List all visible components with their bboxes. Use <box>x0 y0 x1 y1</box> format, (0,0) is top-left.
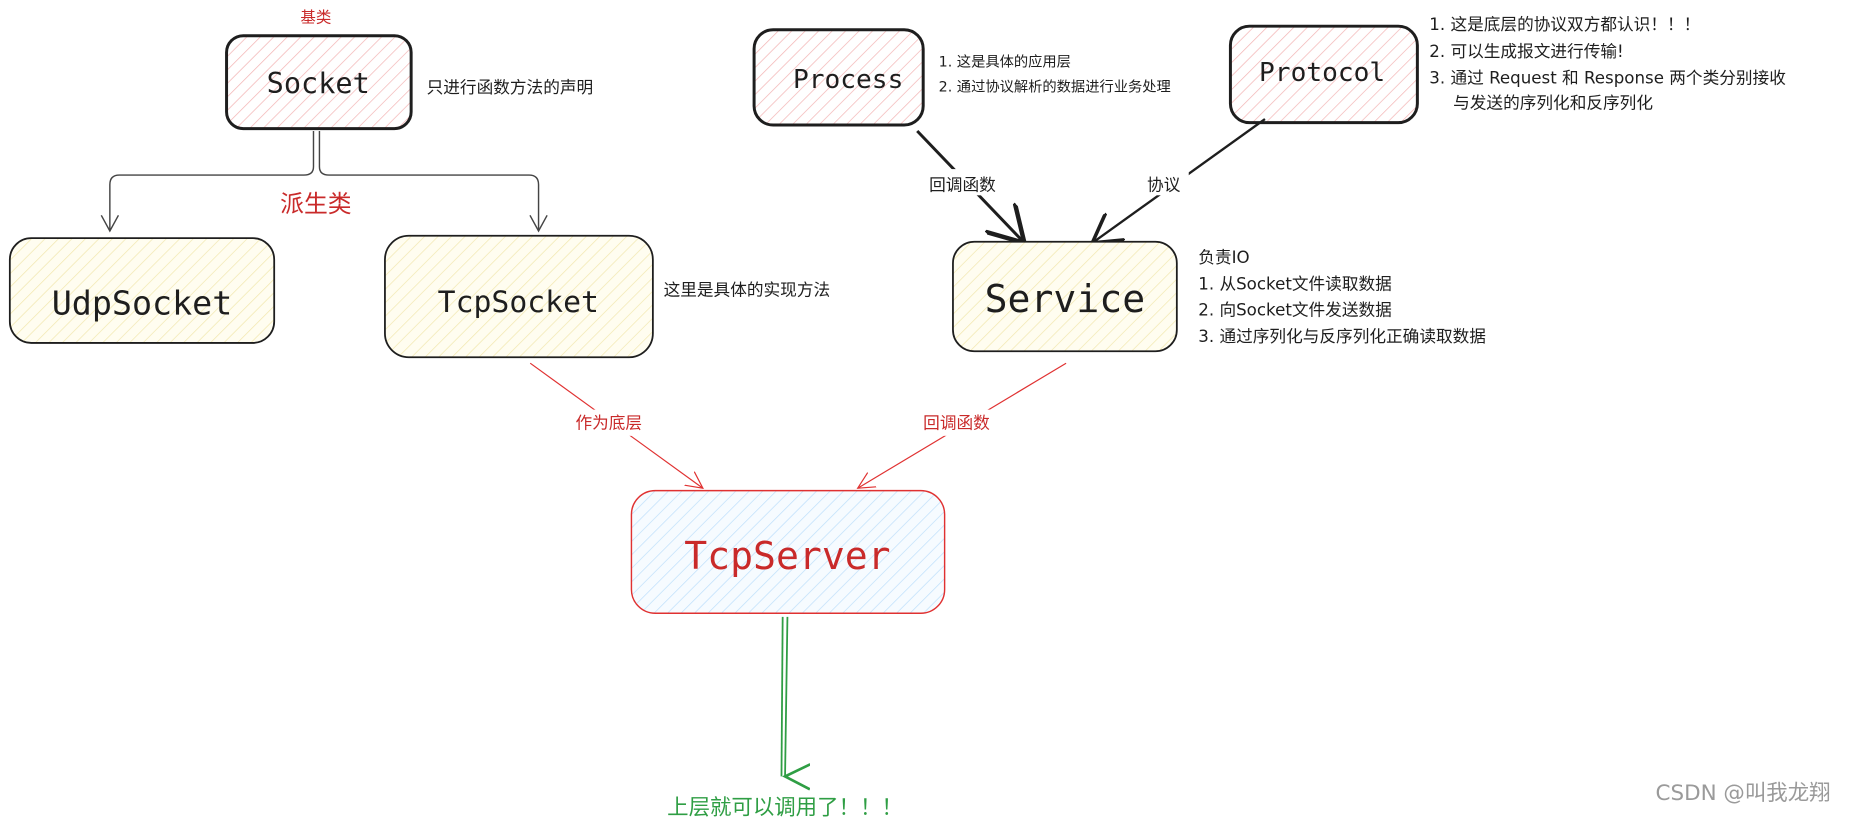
socket-node[interactable]: Socket <box>225 34 413 131</box>
service-note-4: 3. 通过序列化与反序列化正确读取数据 <box>1198 327 1486 346</box>
protocol-note-2: 2. 可以生成报文进行传输! <box>1429 42 1623 61</box>
base-class-tag: 基类 <box>300 9 331 27</box>
process-label: Process <box>793 65 903 95</box>
service-note-2: 1. 从Socket文件读取数据 <box>1198 274 1392 293</box>
architecture-diagram: 基类 Socket 只进行函数方法的声明 派生类 UdpSocket TcpSo… <box>8 9 1831 821</box>
process-node[interactable]: Process <box>752 28 925 127</box>
tcpsocket-node[interactable]: TcpSocket <box>384 234 654 359</box>
watermark: CSDN @叫我龙翔 <box>1656 781 1831 806</box>
tcpserver-label: TcpServer <box>684 534 890 578</box>
protocol-note-4: 与发送的序列化和反序列化 <box>1453 93 1653 112</box>
upper-layer-arrow <box>780 616 787 777</box>
upper-layer-label: 上层就可以调用了！！！ <box>667 796 903 821</box>
protocol-note-3: 3. 通过 Request 和 Response 两个类分别接收 <box>1429 68 1786 87</box>
tcpsocket-label: TcpSocket <box>438 285 599 320</box>
service-label: Service <box>985 277 1146 321</box>
service-note-3: 2. 向Socket文件发送数据 <box>1198 301 1392 320</box>
socket-label: Socket <box>267 66 370 100</box>
process-note-2: 2. 通过协议解析的数据进行业务处理 <box>939 79 1171 96</box>
derived-class-label: 派生类 <box>280 190 351 218</box>
protocol-to-service-label: 协议 <box>1147 176 1181 195</box>
protocol-label: Protocol <box>1259 58 1385 88</box>
process-note-1: 1. 这是具体的应用层 <box>939 53 1071 71</box>
protocol-note-1: 1. 这是底层的协议双方都认识！！！ <box>1429 15 1700 34</box>
udpsocket-node[interactable]: UdpSocket <box>8 237 276 344</box>
service-node[interactable]: Service <box>952 240 1178 353</box>
udpsocket-label: UdpSocket <box>52 283 233 322</box>
protocol-node[interactable]: Protocol <box>1228 24 1419 125</box>
tcpserver-node[interactable]: TcpServer <box>630 489 946 614</box>
socket-note: 只进行函数方法的声明 <box>427 78 594 97</box>
tcpsocket-note: 这里是具体的实现方法 <box>664 280 831 299</box>
service-note-1: 负责IO <box>1198 248 1249 267</box>
service-to-server-label: 回调函数 <box>923 414 990 433</box>
tcpsocket-to-server-label: 作为底层 <box>575 414 642 433</box>
process-to-service-label: 回调函数 <box>929 176 996 195</box>
